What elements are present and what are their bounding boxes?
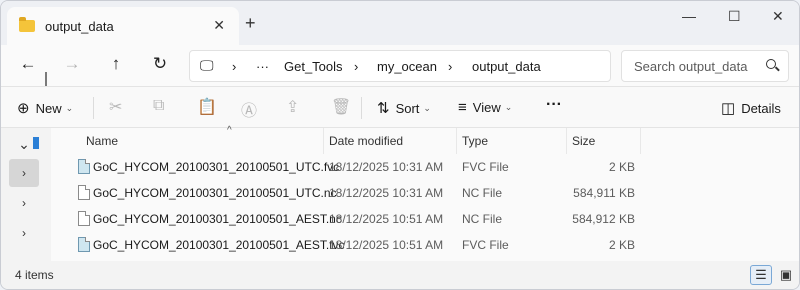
nc-file-icon: [78, 185, 90, 200]
status-bar: 4 items ☰ ▣: [1, 261, 799, 289]
navigation-bar: ← → ↑ ↻ 🖵 › ··· Get_Tools › my_ocean › o…: [1, 45, 799, 87]
file-size: 584,911 KB: [573, 186, 635, 200]
breadcrumb-overflow[interactable]: ···: [256, 59, 269, 74]
chevron-down-icon: ⌄: [65, 102, 74, 113]
column-size-label: Size: [572, 134, 596, 148]
sort-ascending-icon: ^: [227, 125, 232, 136]
sort-label: Sort: [395, 100, 420, 116]
tiles-view-button[interactable]: ▣: [775, 265, 797, 285]
item-count: 4 items: [15, 268, 54, 282]
file-row[interactable]: GoC_HYCOM_20100301_20100501_UTC.fvc 18/1…: [51, 155, 701, 181]
breadcrumb-separator[interactable]: ›: [448, 59, 452, 74]
file-date: 18/12/2025 10:51 AM: [329, 212, 444, 226]
pc-icon[interactable]: 🖵: [200, 57, 214, 74]
nav-tree-item-selected[interactable]: ›: [9, 159, 39, 187]
up-button[interactable]: ↑: [104, 54, 128, 74]
file-name[interactable]: GoC_HYCOM_20100301_20100501_AEST.nc: [93, 212, 342, 226]
breadcrumb-separator[interactable]: ›: [232, 59, 236, 74]
fvc-file-icon: [78, 159, 90, 174]
file-list: Name ^ Date modified Type Size GoC_HYCOM…: [51, 125, 799, 261]
file-row[interactable]: GoC_HYCOM_20100301_20100501_AEST.fvc 18/…: [51, 233, 701, 259]
divider: [361, 97, 362, 119]
address-bar[interactable]: 🖵 › ··· Get_Tools › my_ocean › output_da…: [189, 50, 611, 82]
file-size: 2 KB: [608, 160, 635, 174]
search-input[interactable]: Search output_data: [621, 50, 789, 82]
sort-button[interactable]: ⇅ Sort ⌄: [377, 99, 431, 117]
share-icon[interactable]: ⇪: [286, 97, 299, 117]
tab-bar: output_data ✕ + — ☐ ✕: [1, 1, 799, 45]
delete-icon[interactable]: 🗑: [331, 97, 351, 117]
file-type: NC File: [462, 212, 503, 226]
file-date: 18/12/2025 10:51 AM: [329, 238, 444, 252]
column-type-label: Type: [462, 134, 489, 148]
search-placeholder: Search output_data: [634, 59, 748, 74]
file-row[interactable]: GoC_HYCOM_20100301_20100501_AEST.nc 18/1…: [51, 207, 701, 233]
breadcrumb-separator[interactable]: ›: [354, 59, 358, 74]
close-window-button[interactable]: ✕: [772, 8, 784, 25]
new-label: New: [35, 100, 62, 116]
divider: [93, 97, 94, 119]
file-name[interactable]: GoC_HYCOM_20100301_20100501_UTC.nc: [93, 186, 337, 200]
chevron-down-icon: ⌄: [423, 102, 431, 113]
nav-tree-item[interactable]: ›: [9, 219, 39, 247]
file-type: FVC File: [462, 238, 509, 252]
more-options-button[interactable]: ···: [546, 96, 562, 114]
maximize-button[interactable]: ☐: [728, 8, 741, 25]
file-type: NC File: [462, 186, 503, 200]
view-label: View: [472, 100, 501, 115]
forward-button[interactable]: →: [60, 54, 84, 74]
nc-file-icon: [78, 211, 90, 226]
refresh-button[interactable]: ↻: [148, 54, 172, 74]
navigation-pane: ⌄ › › ›: [1, 128, 45, 261]
fvc-file-icon: [78, 237, 90, 252]
column-date-label: Date modified: [329, 134, 404, 148]
sort-icon: ⇅: [377, 100, 390, 117]
details-view-button[interactable]: ☰: [750, 265, 772, 285]
file-explorer-window: output_data ✕ + — ☐ ✕ ← → ↑ ↻ 🖵 › ··· Ge…: [0, 0, 800, 290]
search-icon[interactable]: [766, 59, 776, 69]
column-header-name[interactable]: Name ^: [81, 125, 324, 154]
view-icon: ≡: [458, 99, 467, 116]
minimize-button[interactable]: —: [682, 8, 696, 24]
details-label: Details: [741, 100, 781, 116]
breadcrumb-item-get-tools[interactable]: Get_Tools: [284, 59, 343, 74]
plus-circle-icon: ⊕: [17, 100, 30, 117]
file-type: FVC File: [462, 160, 509, 174]
file-row[interactable]: GoC_HYCOM_20100301_20100501_UTC.nc 18/12…: [51, 181, 701, 207]
view-button[interactable]: ≡ View ⌄: [458, 99, 512, 116]
copy-icon[interactable]: ⧉: [153, 97, 164, 115]
tab-output-data[interactable]: output_data ✕: [7, 7, 239, 45]
tab-title: output_data: [45, 18, 114, 34]
details-pane-icon: ◫: [721, 100, 736, 117]
breadcrumb-item-my-ocean[interactable]: my_ocean: [377, 59, 437, 74]
file-size: 584,912 KB: [572, 212, 635, 226]
column-header-type[interactable]: Type: [457, 128, 567, 154]
chevron-down-icon: ⌄: [504, 102, 513, 112]
file-name[interactable]: GoC_HYCOM_20100301_20100501_UTC.fvc: [93, 160, 339, 174]
column-header-date[interactable]: Date modified: [324, 128, 457, 154]
file-date: 18/12/2025 10:31 AM: [329, 160, 444, 174]
back-button[interactable]: ←: [16, 54, 40, 74]
column-header-size[interactable]: Size: [567, 128, 641, 154]
quick-access-icon[interactable]: [33, 137, 39, 149]
file-name[interactable]: GoC_HYCOM_20100301_20100501_AEST.fvc: [93, 238, 345, 252]
folder-icon: [19, 17, 35, 32]
paste-icon[interactable]: 📋: [197, 97, 217, 117]
close-tab-icon[interactable]: ✕: [213, 17, 225, 34]
nav-tree-item[interactable]: ›: [9, 189, 39, 217]
command-bar: ⊕ New ⌄ ✂ ⧉ 📋 Ⓐ ⇪ 🗑 ⇅ Sort ⌄ ≡ View ⌄ ··…: [1, 87, 799, 128]
breadcrumb-item-output-data[interactable]: output_data: [472, 59, 541, 74]
pane-scrollbar[interactable]: [45, 72, 47, 86]
file-size: 2 KB: [608, 238, 635, 252]
cut-icon[interactable]: ✂: [109, 97, 122, 117]
column-name-label: Name: [86, 134, 119, 148]
new-button[interactable]: ⊕ New ⌄: [17, 99, 73, 117]
details-pane-button[interactable]: ◫ Details: [721, 99, 781, 117]
new-tab-button[interactable]: +: [245, 13, 256, 34]
rename-icon[interactable]: Ⓐ: [241, 97, 257, 121]
file-date: 18/12/2025 10:31 AM: [329, 186, 444, 200]
